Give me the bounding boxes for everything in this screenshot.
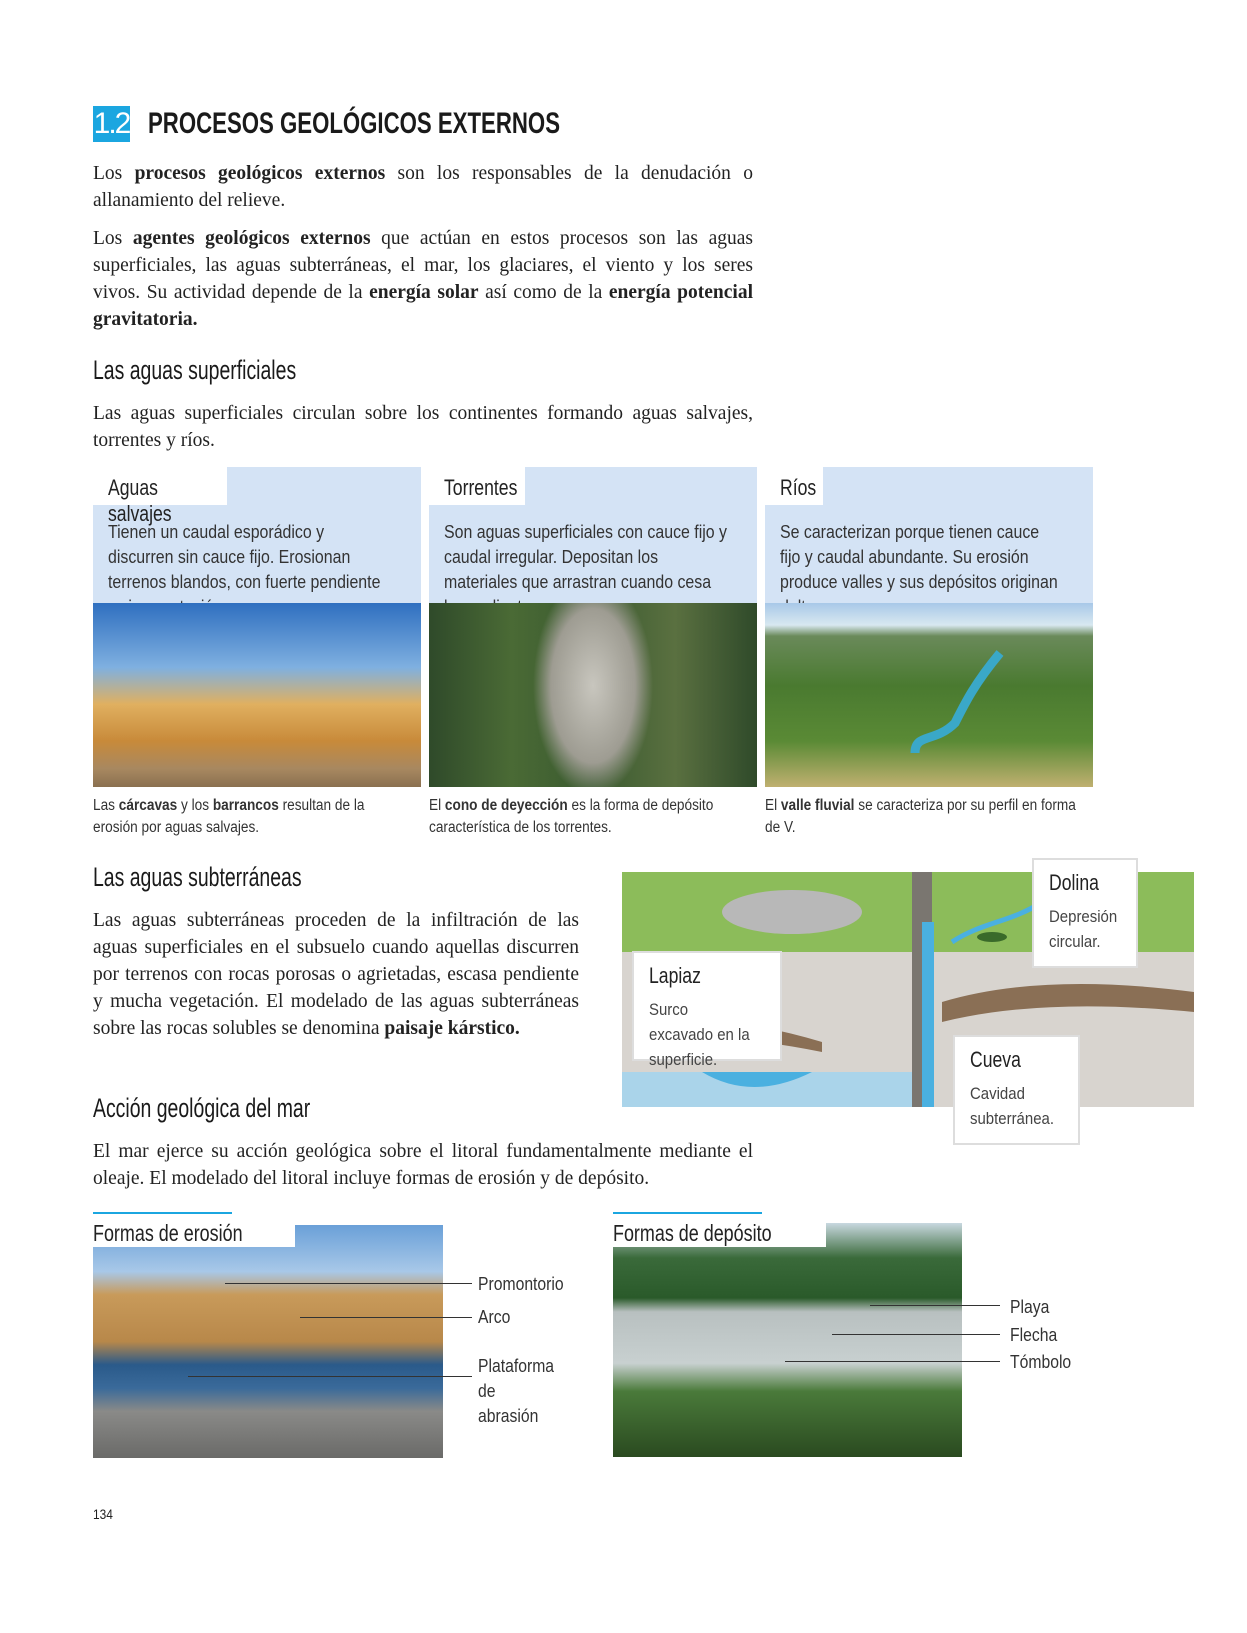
label-flecha: Flecha — [1010, 1324, 1058, 1345]
alluvial-fan-photo — [429, 603, 757, 787]
erosion-title: Formas de erosión — [93, 1220, 295, 1247]
caption-torrentes: El cono de deyección es la forma de depó… — [429, 797, 714, 836]
section-number: 1.2 — [93, 106, 131, 142]
callout-title: Lapiaz — [649, 963, 701, 988]
label-promontorio: Promontorio — [478, 1273, 564, 1294]
badlands-photo — [93, 603, 421, 787]
callout-desc: Depresión circular. — [1049, 907, 1118, 951]
intro-paragraph-2: Los agentes geológicos externos que actú… — [93, 228, 754, 330]
label-playa: Playa — [1010, 1296, 1050, 1317]
callout-title: Dolina — [1049, 870, 1099, 895]
azure-window-photo — [93, 1225, 443, 1458]
leader-line — [225, 1283, 472, 1284]
callout-dolina: Dolina Depresión circular. — [1032, 858, 1138, 968]
heading-aguas-subterraneas: Las aguas subterráneas — [93, 862, 302, 892]
tombolo-photo — [613, 1223, 962, 1457]
leader-line — [832, 1334, 1000, 1335]
callout-cueva: Cueva Cavidad subterránea. — [953, 1035, 1080, 1145]
divider — [93, 1212, 232, 1214]
heading-aguas-superficiales: Las aguas superficiales — [93, 355, 297, 385]
callout-lapiaz: Lapiaz Surco excavado en la superficie. — [632, 951, 782, 1069]
mar-text: El mar ejerce su acción geológica sobre … — [93, 1141, 753, 1189]
box-rios: Ríos Se caracterizan porque tienen cauce… — [765, 467, 1093, 787]
leader-line — [870, 1305, 1000, 1306]
box-torrentes: Torrentes Son aguas superficiales con ca… — [429, 467, 757, 787]
caption-rios: El valle fluvial se caracteriza por su p… — [765, 797, 1076, 836]
box-title: Ríos — [780, 475, 817, 500]
leader-line — [188, 1376, 472, 1377]
divider — [613, 1212, 762, 1214]
callout-desc: Surco excavado en la superficie. — [649, 1000, 750, 1069]
river-valley-photo — [765, 603, 1093, 787]
page-title: PROCESOS GEOLÓGICOS EXTERNOS — [148, 107, 561, 140]
callout-desc: Cavidad subterránea. — [970, 1084, 1054, 1128]
deposito-title: Formas de depósito — [613, 1220, 827, 1247]
label-tombolo: Tómbolo — [1010, 1351, 1072, 1372]
callout-title: Cueva — [970, 1047, 1021, 1072]
intro-paragraph-1: Los procesos geológicos externos son los… — [93, 163, 753, 211]
box-title: Torrentes — [444, 475, 518, 500]
box-aguas-salvajes: Aguas salvajes Tienen un caudal esporádi… — [93, 467, 421, 787]
page-number: 134 — [93, 1506, 113, 1522]
label-plataforma: Plataforma de abrasión — [478, 1355, 555, 1426]
leader-line — [300, 1317, 472, 1318]
subterraneas-text: Las aguas subterráneas proceden de la in… — [93, 910, 579, 1039]
caption-aguas-salvajes: Las cárcavas y los barrancos resultan de… — [93, 797, 365, 836]
superficiales-text: Las aguas superficiales circulan sobre l… — [93, 403, 753, 451]
heading-accion-mar: Acción geológica del mar — [93, 1093, 311, 1123]
label-arco: Arco — [478, 1306, 511, 1327]
leader-line — [785, 1361, 1000, 1362]
